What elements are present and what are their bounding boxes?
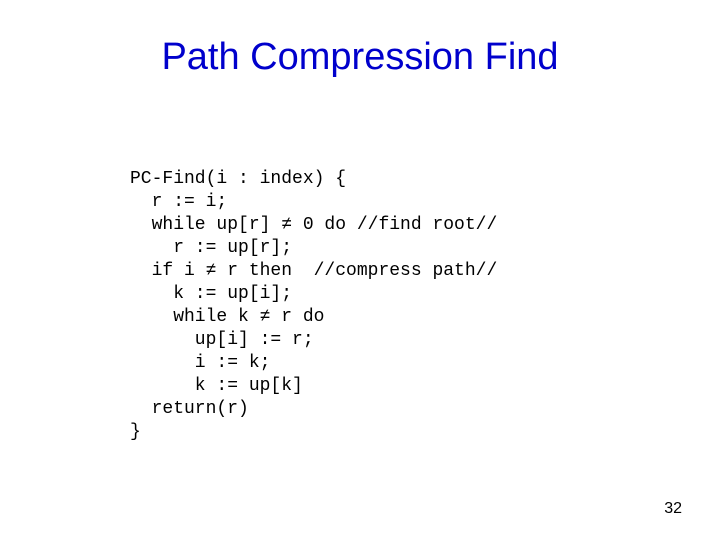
slide: Path Compression Find PC-Find(i : index)… <box>0 0 720 540</box>
slide-title: Path Compression Find <box>0 36 720 79</box>
code-block: PC-Find(i : index) { r := i; while up[r]… <box>130 168 497 444</box>
page-number: 32 <box>664 500 682 518</box>
